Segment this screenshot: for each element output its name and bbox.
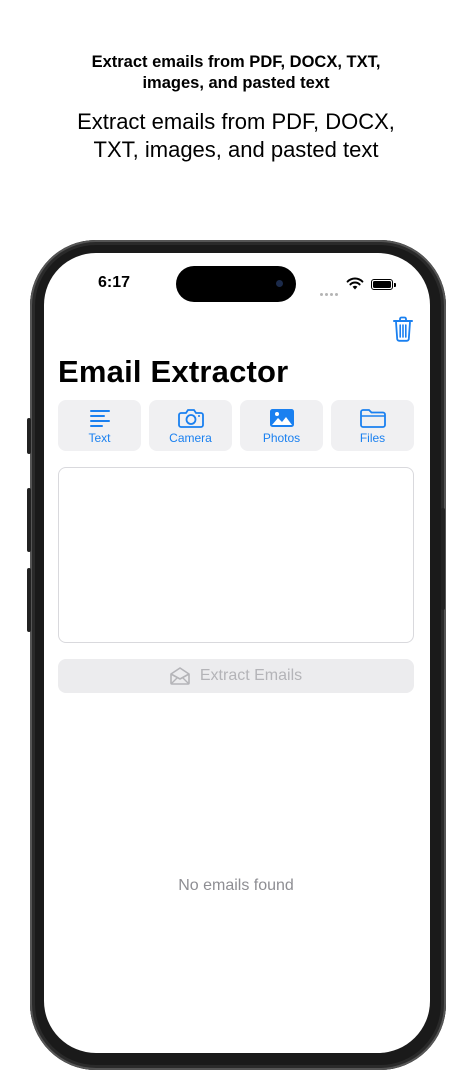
source-photos-button[interactable]: Photos bbox=[240, 400, 323, 451]
source-camera-button[interactable]: Camera bbox=[149, 400, 232, 451]
status-time: 6:17 bbox=[98, 274, 131, 291]
camera-lens bbox=[276, 280, 283, 287]
volume-up-button bbox=[27, 488, 31, 552]
extract-emails-button[interactable]: Extract Emails bbox=[58, 659, 414, 693]
camera-icon bbox=[177, 409, 204, 428]
promo-subtitle-line-1: Extract emails from PDF, DOCX, bbox=[77, 109, 395, 134]
promo-subtitle: Extract emails from PDF, DOCX, TXT, imag… bbox=[0, 108, 472, 164]
source-files-button[interactable]: Files bbox=[331, 400, 414, 451]
folder-icon bbox=[359, 409, 386, 428]
empty-state-text: No emails found bbox=[178, 877, 294, 894]
extract-emails-label: Extract Emails bbox=[199, 667, 303, 684]
text-lines-icon bbox=[89, 410, 110, 427]
battery-icon bbox=[371, 279, 396, 290]
source-camera-label: Camera bbox=[169, 431, 212, 445]
page-title: Email Extractor bbox=[58, 354, 289, 389]
promo-headline-line-2: images, and pasted text bbox=[142, 74, 330, 92]
cellular-signal-icon bbox=[320, 283, 340, 301]
volume-down-button bbox=[27, 568, 31, 632]
source-text-label: Text bbox=[88, 431, 111, 445]
power-button bbox=[441, 508, 445, 610]
photo-icon bbox=[269, 409, 294, 427]
promo-headline-line-1: Extract emails from PDF, DOCX, TXT, bbox=[91, 53, 381, 71]
source-photos-label: Photos bbox=[262, 431, 301, 445]
text-input-area[interactable] bbox=[58, 467, 414, 643]
trash-icon[interactable] bbox=[393, 316, 413, 342]
source-files-label: Files bbox=[359, 431, 386, 445]
wifi-icon bbox=[346, 277, 364, 290]
promo-headline: Extract emails from PDF, DOCX, TXT, imag… bbox=[0, 52, 472, 94]
action-button bbox=[27, 418, 31, 454]
source-text-button[interactable]: Text bbox=[58, 400, 141, 451]
envelope-open-icon bbox=[170, 667, 190, 685]
promo-subtitle-line-2: TXT, images, and pasted text bbox=[93, 137, 379, 162]
